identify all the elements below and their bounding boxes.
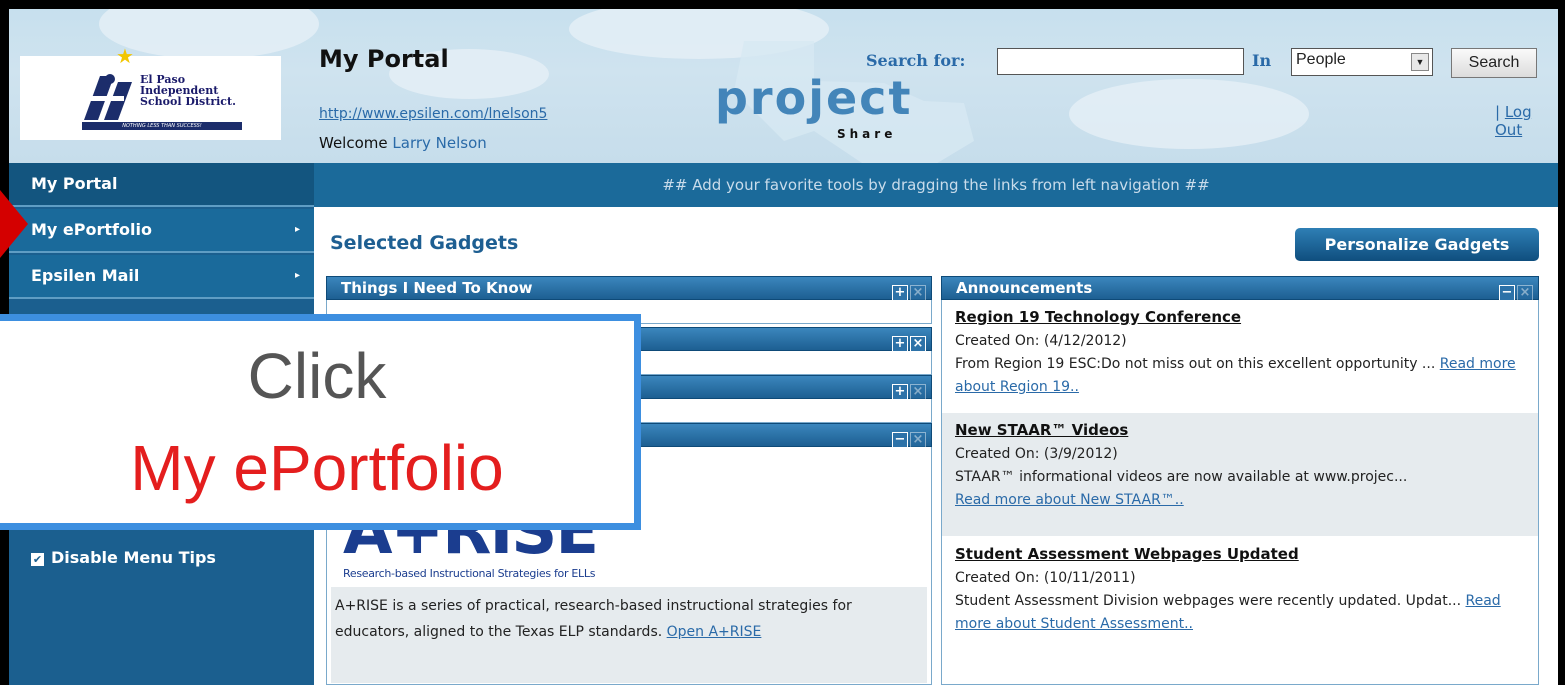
expand-icon[interactable]: +: [892, 285, 908, 301]
project-share-sub: Share: [837, 127, 897, 141]
announcement-date: Created On: (4/12/2012): [955, 333, 1127, 349]
instruction-callout: Click My ePortfolio: [0, 314, 641, 530]
search-button[interactable]: Search: [1451, 48, 1537, 78]
announcement-text: From Region 19 ESC:Do not miss out on th…: [955, 356, 1436, 372]
gadget-controls: + ×: [890, 280, 926, 302]
logout-link[interactable]: Log Out: [1495, 103, 1532, 139]
collapse-icon[interactable]: −: [892, 432, 908, 448]
sidebar-item-my-eportfolio[interactable]: My ePortfolio ▸: [9, 209, 314, 253]
announcement-title-link[interactable]: Region 19 Technology Conference: [955, 308, 1241, 326]
disable-menu-tips-toggle[interactable]: ✔ Disable Menu Tips: [31, 548, 216, 567]
close-icon[interactable]: ×: [910, 384, 926, 400]
checkbox-icon[interactable]: ✔: [31, 553, 44, 566]
collapse-icon[interactable]: −: [1499, 285, 1515, 301]
open-arise-link[interactable]: Open A+RISE: [667, 624, 762, 640]
announcement-date: Created On: (3/9/2012): [955, 446, 1118, 462]
chevron-right-icon: ▸: [294, 270, 300, 281]
logout-area: | Log Out: [1495, 103, 1558, 139]
header: ★ El Paso Independent School District. N…: [9, 9, 1558, 163]
announcement-text: Student Assessment Division webpages wer…: [955, 593, 1462, 609]
disable-tips-label: Disable Menu Tips: [51, 548, 216, 567]
arise-description: A+RISE is a series of practical, researc…: [331, 587, 927, 683]
chevron-right-icon: ▸: [294, 224, 300, 235]
expand-icon[interactable]: +: [892, 384, 908, 400]
red-pointer-arrow-icon: [0, 190, 28, 258]
announcement-title-link[interactable]: Student Assessment Webpages Updated: [955, 545, 1299, 563]
close-icon[interactable]: ×: [910, 336, 926, 352]
gadget-header[interactable]: Things I Need To Know + ×: [326, 276, 932, 302]
sidebar-item-label: Epsilen Mail: [31, 266, 140, 285]
arise-desc-text: A+RISE is a series of practical, researc…: [335, 598, 852, 640]
search-label: Search for:: [866, 51, 966, 70]
sidebar-item-epsilen-mail[interactable]: Epsilen Mail ▸: [9, 255, 314, 299]
close-icon[interactable]: ×: [1517, 285, 1533, 301]
page-title: My Portal: [319, 45, 449, 73]
search-input[interactable]: [997, 48, 1244, 75]
announcements-body: Region 19 Technology Conference Created …: [941, 300, 1539, 685]
announcement-item: Region 19 Technology Conference Created …: [942, 300, 1538, 412]
gadget-title: Things I Need To Know: [341, 279, 533, 297]
chevron-down-icon[interactable]: ▼: [1411, 53, 1429, 71]
announcement-title-link[interactable]: New STAAR™ Videos: [955, 421, 1128, 439]
star-icon: ★: [116, 44, 134, 68]
announcement-item: Student Assessment Webpages Updated Crea…: [942, 537, 1538, 685]
announcement-date: Created On: (10/11/2011): [955, 570, 1136, 586]
portfolio-url-link[interactable]: http://www.epsilen.com/lnelson5: [319, 106, 547, 122]
announcement-item: New STAAR™ Videos Created On: (3/9/2012)…: [942, 413, 1538, 536]
arise-subtitle: Research-based Instructional Strategies …: [343, 567, 596, 580]
logout-separator: |: [1495, 103, 1501, 121]
scope-label: In: [1252, 51, 1272, 70]
personalize-gadgets-button[interactable]: Personalize Gadgets: [1295, 228, 1539, 261]
welcome-text: Welcome Larry Nelson: [319, 134, 487, 152]
scope-selected-value: People: [1296, 51, 1346, 68]
gadget-controls: + ×: [890, 379, 926, 401]
gadget-controls: − ×: [890, 427, 926, 449]
district-logo[interactable]: ★ El Paso Independent School District. N…: [20, 44, 281, 140]
project-share-logo: project: [715, 71, 913, 125]
drag-hint-bar: ## Add your favorite tools by dragging t…: [314, 163, 1558, 207]
district-name: El Paso Independent School District.: [140, 74, 236, 107]
gadget-controls: + ×: [890, 331, 926, 353]
announcements-header[interactable]: Announcements − ×: [941, 276, 1539, 302]
announcement-text: STAAR™ informational videos are now avai…: [955, 469, 1408, 485]
logo-tagline: NOTHING LESS THAN SUCCESS!: [82, 122, 242, 130]
cloud-decor: [1069, 79, 1309, 149]
close-icon[interactable]: ×: [910, 432, 926, 448]
expand-icon[interactable]: +: [892, 336, 908, 352]
logo-line: School District.: [140, 95, 236, 108]
welcome-prefix: Welcome: [319, 134, 388, 152]
sidebar-item-my-portal[interactable]: My Portal: [9, 163, 314, 207]
gadget-column-right: Announcements − × Region 19 Technology Co…: [941, 276, 1539, 685]
district-logo-mark: [84, 74, 132, 120]
sidebar-item-label: My ePortfolio: [31, 220, 152, 239]
section-title: Selected Gadgets: [330, 232, 519, 254]
read-more-link[interactable]: Read more about New STAAR™..: [955, 492, 1184, 508]
user-name: Larry Nelson: [392, 134, 487, 152]
callout-line-2: My ePortfolio: [130, 432, 504, 504]
search-scope-select[interactable]: People ▼: [1291, 48, 1433, 76]
gadget-title: Announcements: [956, 279, 1093, 297]
callout-line-1: Click: [247, 340, 387, 412]
close-icon[interactable]: ×: [910, 285, 926, 301]
gadget-controls: − ×: [1497, 280, 1533, 302]
sidebar-item-label: My Portal: [31, 174, 118, 193]
